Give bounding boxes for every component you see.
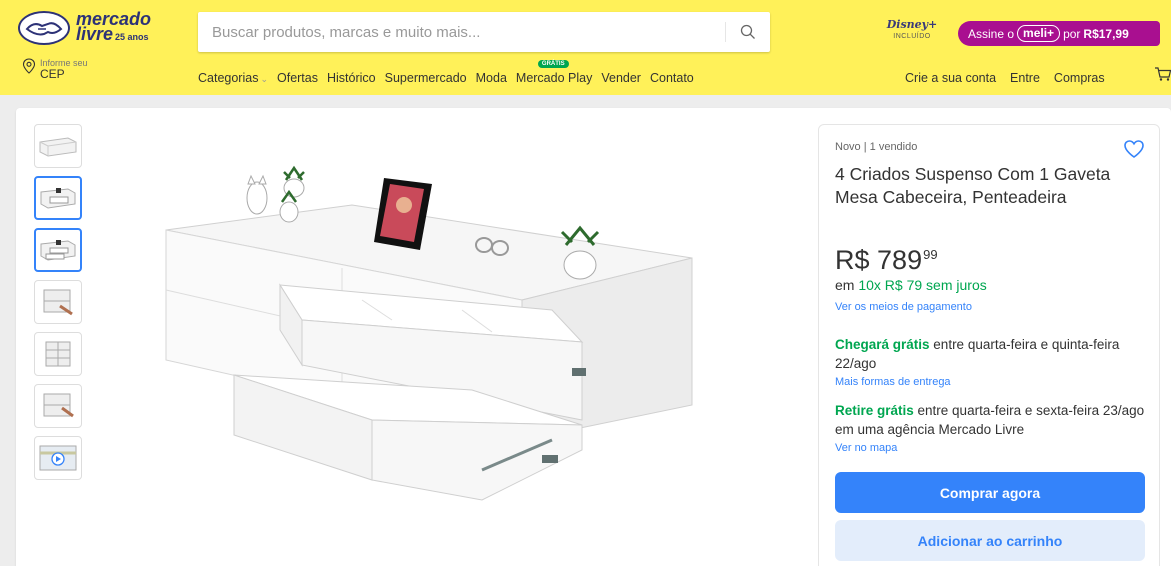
thumbnail-6[interactable] bbox=[34, 384, 82, 428]
thumbnail-3[interactable] bbox=[34, 228, 82, 272]
thumbnail-4[interactable] bbox=[34, 280, 82, 324]
nav-entre[interactable]: Entre bbox=[1010, 71, 1040, 85]
search-icon bbox=[740, 24, 755, 39]
thumbnail-video[interactable] bbox=[34, 436, 82, 480]
disney-plus-logo: Disney+ bbox=[886, 18, 938, 31]
heart-icon bbox=[1124, 140, 1144, 158]
gratis-badge: GRÁTIS bbox=[537, 60, 569, 68]
buy-now-button[interactable]: Comprar agora bbox=[835, 472, 1145, 513]
chevron-down-icon: ⌄ bbox=[260, 74, 268, 84]
favorite-button[interactable] bbox=[1123, 139, 1145, 164]
delivery-options-link[interactable]: Mais formas de entrega bbox=[835, 376, 951, 388]
nav-ofertas[interactable]: Ofertas bbox=[277, 71, 318, 85]
logo-text-livre: livre bbox=[76, 23, 114, 44]
mercadolivre-logo[interactable]: mercado livre 25 anos bbox=[18, 10, 151, 46]
price-integer: 789 bbox=[877, 245, 923, 275]
disney-included-label: INCLUÍDO bbox=[893, 33, 931, 40]
price: R$ 78999 bbox=[835, 245, 938, 276]
delivery-info: Chegará grátis entre quarta-feira e quin… bbox=[835, 335, 1145, 373]
installments-green: 10x R$ 79 sem juros bbox=[858, 277, 987, 293]
meli-banner-mid: por bbox=[1063, 26, 1081, 41]
cep-label: CEP bbox=[40, 67, 65, 81]
disney-plus-promo[interactable]: Disney+ INCLUÍDO bbox=[880, 18, 944, 40]
nav-supermercado[interactable]: Supermercado bbox=[385, 71, 467, 85]
location-pin-icon bbox=[22, 58, 36, 74]
meli-banner-price: R$17,99 bbox=[1083, 26, 1129, 41]
meli-plus-banner[interactable]: Assine o meli+ por R$17,99 bbox=[958, 21, 1160, 46]
condition-label: Novo | 1 vendido bbox=[835, 141, 918, 153]
pickup-bold: Retire grátis bbox=[835, 403, 914, 418]
payment-methods-link[interactable]: Ver os meios de pagamento bbox=[835, 301, 972, 313]
nav-categorias[interactable]: Categorias ⌄ bbox=[198, 71, 268, 85]
thumbnail-5[interactable] bbox=[34, 332, 82, 376]
search-input[interactable] bbox=[198, 12, 718, 52]
installments: em 10x R$ 79 sem juros bbox=[835, 277, 987, 293]
pickup-info: Retire grátis entre quarta-feira e sexta… bbox=[835, 401, 1145, 439]
cep-selector[interactable]: Informe seu CEP bbox=[22, 58, 88, 80]
product-title: 4 Criados Suspenso Com 1 Gaveta Mesa Cab… bbox=[835, 164, 1111, 207]
price-cents: 99 bbox=[923, 247, 938, 262]
map-link[interactable]: Ver no mapa bbox=[835, 442, 897, 454]
nav-compras[interactable]: Compras bbox=[1054, 71, 1105, 85]
nav-mercado-play[interactable]: GRÁTIS Mercado Play bbox=[515, 60, 593, 85]
nav-contato[interactable]: Contato bbox=[650, 71, 694, 85]
logo-anniversary: 25 anos bbox=[115, 31, 149, 42]
thumbnail-gallery bbox=[34, 124, 82, 488]
nav-crie-conta[interactable]: Crie a sua conta bbox=[905, 71, 996, 85]
nav-moda[interactable]: Moda bbox=[476, 71, 507, 85]
buy-box: Novo | 1 vendido 4 Criados Suspenso Com … bbox=[818, 124, 1160, 566]
cart-icon[interactable] bbox=[1155, 66, 1171, 87]
handshake-icon bbox=[18, 11, 70, 45]
account-nav: Crie a sua conta Entre Compras bbox=[905, 71, 1119, 85]
meli-plus-logo: meli+ bbox=[1017, 25, 1061, 42]
nav-vender[interactable]: Vender bbox=[601, 71, 641, 85]
nav-historico[interactable]: Histórico bbox=[327, 71, 376, 85]
header: mercado livre25 anos Disney+ INCLUÍDO As… bbox=[0, 0, 1171, 95]
price-currency: R$ bbox=[835, 245, 870, 275]
main-nav: Categorias ⌄ Ofertas Histórico Supermerca… bbox=[198, 60, 703, 85]
search-button[interactable] bbox=[726, 12, 770, 52]
delivery-bold: Chegará grátis bbox=[835, 337, 930, 352]
nav-mercado-play-label: Mercado Play bbox=[515, 71, 593, 85]
thumbnail-2[interactable] bbox=[34, 176, 82, 220]
thumbnail-1[interactable] bbox=[34, 124, 82, 168]
add-to-cart-button[interactable]: Adicionar ao carrinho bbox=[835, 520, 1145, 561]
product-main-image[interactable] bbox=[162, 150, 702, 520]
search-bar bbox=[198, 12, 770, 52]
meli-banner-pre: Assine o bbox=[968, 26, 1015, 41]
